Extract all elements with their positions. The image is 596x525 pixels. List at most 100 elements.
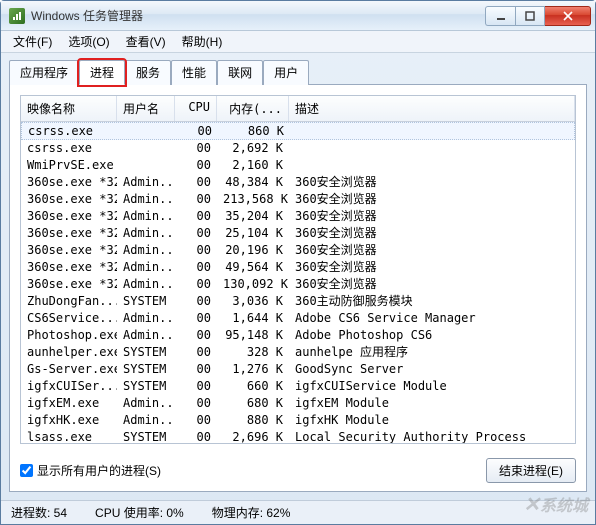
cell (117, 140, 175, 157)
menu-file[interactable]: 文件(F) (5, 31, 60, 52)
cell: 860 K (218, 123, 290, 139)
menu-options[interactable]: 选项(O) (60, 31, 117, 52)
table-row[interactable]: WmiPrvSE.exe002,160 K (21, 157, 575, 174)
table-row[interactable]: ZhuDongFan...SYSTEM003,036 K360主动防御服务模块 (21, 293, 575, 310)
cell: SYSTEM (117, 378, 175, 395)
cell: Adobe CS6 Service Manager (289, 310, 575, 327)
table-body[interactable]: csrss.exe00860 Kcsrss.exe002,692 KWmiPrv… (21, 122, 575, 443)
close-icon (562, 11, 574, 21)
cell: Admin... (117, 242, 175, 259)
cell: CS6Service... (21, 310, 117, 327)
menubar: 文件(F) 选项(O) 查看(V) 帮助(H) (1, 31, 595, 53)
menu-help[interactable]: 帮助(H) (174, 31, 231, 52)
tab-strip: 应用程序 进程 服务 性能 联网 用户 (1, 53, 595, 84)
table-row[interactable]: 360se.exe *32Admin...00130,092 K360安全浏览器 (21, 276, 575, 293)
cell: 1,276 K (217, 361, 289, 378)
table-row[interactable]: csrss.exe00860 K (21, 122, 575, 140)
cell (289, 140, 575, 157)
col-description[interactable]: 描述 (289, 96, 575, 121)
col-memory[interactable]: 内存(... (217, 96, 289, 121)
cell: 660 K (217, 378, 289, 395)
maximize-button[interactable] (515, 6, 545, 26)
cell: SYSTEM (117, 293, 175, 310)
tab-performance[interactable]: 性能 (171, 60, 217, 85)
cell: 680 K (217, 395, 289, 412)
cell: 360se.exe *32 (21, 242, 117, 259)
cell: 00 (176, 123, 218, 139)
cell: 360主动防御服务模块 (289, 293, 575, 310)
table-row[interactable]: Photoshop.exeAdmin...0095,148 KAdobe Pho… (21, 327, 575, 344)
cell: Admin... (117, 225, 175, 242)
minimize-icon (496, 11, 506, 21)
table-row[interactable]: igfxHK.exeAdmin...00880 KigfxHK Module (21, 412, 575, 429)
cell: Admin... (117, 174, 175, 191)
table-row[interactable]: csrss.exe 002,692 K (21, 140, 575, 157)
tab-users[interactable]: 用户 (263, 60, 309, 85)
cell: 00 (175, 140, 217, 157)
table-row[interactable]: lsass.exeSYSTEM002,696 KLocal Security A… (21, 429, 575, 443)
status-memory: 物理内存: 62% (212, 504, 291, 521)
table-row[interactable]: 360se.exe *32Admin...00213,568 K360安全浏览器 (21, 191, 575, 208)
cell: ZhuDongFan... (21, 293, 117, 310)
table-row[interactable]: 360se.exe *32Admin...0035,204 K360安全浏览器 (21, 208, 575, 225)
close-button[interactable] (545, 6, 591, 26)
cell: 880 K (217, 412, 289, 429)
show-all-users-label: 显示所有用户的进程(S) (37, 462, 161, 479)
cell: 360安全浏览器 (289, 208, 575, 225)
table-row[interactable]: 360se.exe *32Admin...0025,104 K360安全浏览器 (21, 225, 575, 242)
table-row[interactable]: igfxEM.exeAdmin...00680 KigfxEM Module (21, 395, 575, 412)
status-process-count: 进程数: 54 (11, 504, 67, 521)
content-panel: 映像名称 用户名 CPU 内存(... 描述 csrss.exe00860 Kc… (9, 84, 587, 492)
show-all-users-input[interactable] (20, 464, 33, 477)
cell: csrss.exe (21, 140, 117, 157)
cell: igfxCUISer... (21, 378, 117, 395)
cell: 360安全浏览器 (289, 174, 575, 191)
cell: 00 (175, 344, 217, 361)
cell (289, 157, 575, 174)
cell: 328 K (217, 344, 289, 361)
col-user[interactable]: 用户名 (117, 96, 175, 121)
cell: 00 (175, 208, 217, 225)
cell: 360se.exe *32 (21, 225, 117, 242)
table-row[interactable]: CS6Service...Admin...001,644 KAdobe CS6 … (21, 310, 575, 327)
cell: 00 (175, 242, 217, 259)
tab-services[interactable]: 服务 (125, 60, 171, 85)
table-header: 映像名称 用户名 CPU 内存(... 描述 (21, 96, 575, 122)
table-footer: 显示所有用户的进程(S) 结束进程(E) (10, 454, 586, 491)
cell: 00 (175, 310, 217, 327)
cell: 00 (175, 429, 217, 443)
table-row[interactable]: Gs-Server.exeSYSTEM001,276 KGoodSync Ser… (21, 361, 575, 378)
cell: 360安全浏览器 (289, 276, 575, 293)
col-image-name[interactable]: 映像名称 (21, 96, 117, 121)
cell: 360se.exe *32 (21, 276, 117, 293)
cell (117, 157, 175, 174)
cell: igfxHK Module (289, 412, 575, 429)
table-row[interactable]: 360se.exe *32Admin...0049,564 K360安全浏览器 (21, 259, 575, 276)
tab-processes[interactable]: 进程 (79, 60, 125, 85)
cell: Admin... (117, 310, 175, 327)
cell: 130,092 K (217, 276, 289, 293)
cell: WmiPrvSE.exe (21, 157, 117, 174)
titlebar[interactable]: Windows 任务管理器 (1, 1, 595, 31)
cell: 2,696 K (217, 429, 289, 443)
menu-view[interactable]: 查看(V) (118, 31, 174, 52)
cell: igfxCUIService Module (289, 378, 575, 395)
col-cpu[interactable]: CPU (175, 96, 217, 121)
show-all-users-checkbox[interactable]: 显示所有用户的进程(S) (20, 462, 161, 479)
table-row[interactable]: aunhelper.exeSYSTEM00328 Kaunhelpe 应用程序 (21, 344, 575, 361)
cell: 360安全浏览器 (289, 191, 575, 208)
cell: 20,196 K (217, 242, 289, 259)
end-process-button[interactable]: 结束进程(E) (486, 458, 576, 483)
cell: 2,692 K (217, 140, 289, 157)
table-row[interactable]: igfxCUISer...SYSTEM00660 KigfxCUIService… (21, 378, 575, 395)
cell: 35,204 K (217, 208, 289, 225)
minimize-button[interactable] (485, 6, 515, 26)
cell: Admin... (117, 412, 175, 429)
cell: Admin... (117, 191, 175, 208)
table-row[interactable]: 360se.exe *32Admin...0020,196 K360安全浏览器 (21, 242, 575, 259)
tab-applications[interactable]: 应用程序 (9, 60, 79, 85)
tab-networking[interactable]: 联网 (217, 60, 263, 85)
table-row[interactable]: 360se.exe *32Admin...0048,384 K360安全浏览器 (21, 174, 575, 191)
cell: Admin... (117, 208, 175, 225)
cell: Adobe Photoshop CS6 (289, 327, 575, 344)
